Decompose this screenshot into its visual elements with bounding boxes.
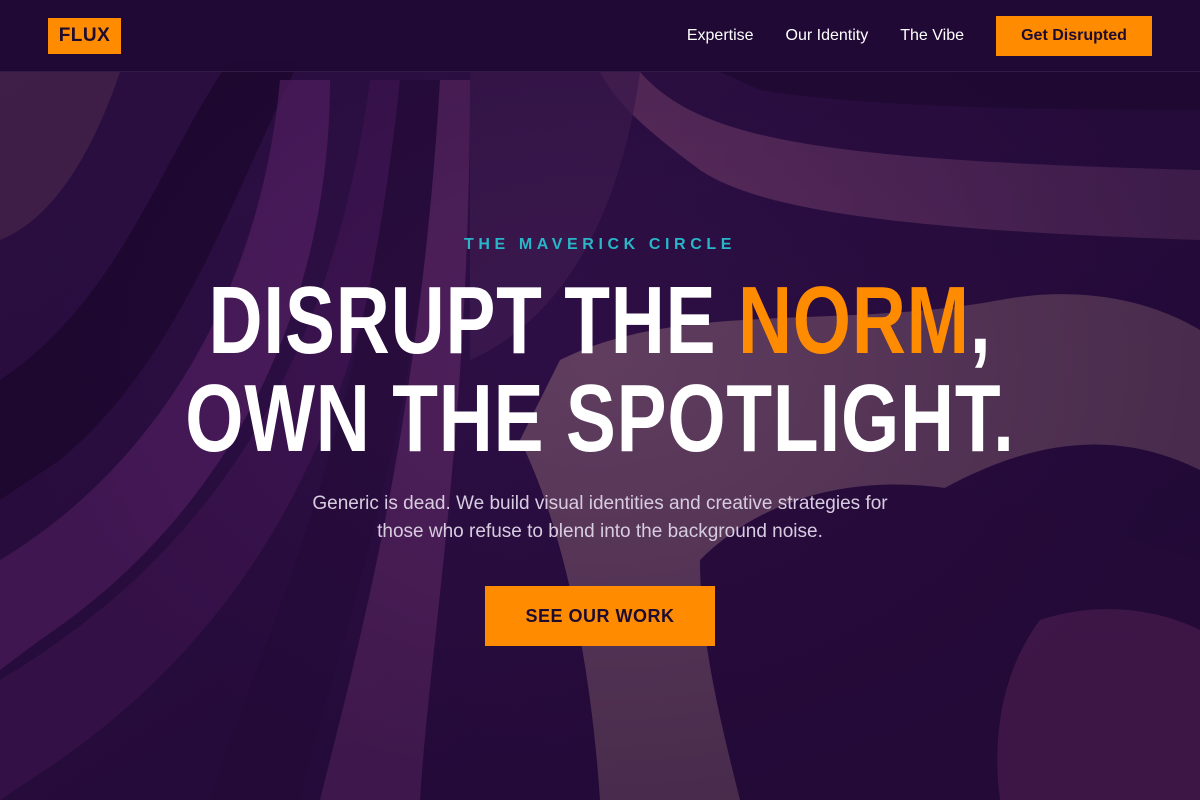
see-our-work-button[interactable]: SEE OUR WORK [485,586,715,646]
hero-section: THE MAVERICK CIRCLE DISRUPT THE NORM, OWN… [0,72,1200,800]
nav-link-expertise[interactable]: Expertise [687,27,754,45]
landing-page: FLUX Expertise Our Identity The Vibe Get… [0,0,1200,800]
main-nav: Expertise Our Identity The Vibe Get Disr… [687,0,1152,72]
subtitle-line-1: Generic is dead. We build visual identit… [312,493,888,514]
headline-accent-word: NORM [737,267,970,374]
nav-link-the-vibe[interactable]: The Vibe [900,27,964,45]
headline-part-1: DISRUPT THE [208,267,738,374]
headline-line-2: OWN THE SPOTLIGHT. [185,365,1015,472]
nav-link-our-identity[interactable]: Our Identity [786,27,869,45]
site-header: FLUX Expertise Our Identity The Vibe Get… [0,0,1200,72]
get-disrupted-button[interactable]: Get Disrupted [996,16,1152,56]
subtitle-line-2: those who refuse to blend into the backg… [377,521,823,542]
flux-logo[interactable]: FLUX [48,18,121,54]
hero-headline: DISRUPT THE NORM, OWN THE SPOTLIGHT. [132,272,1068,468]
hero-subtitle: Generic is dead. We build visual identit… [250,490,950,546]
headline-comma: , [969,267,992,374]
hero-eyebrow: THE MAVERICK CIRCLE [464,236,736,253]
